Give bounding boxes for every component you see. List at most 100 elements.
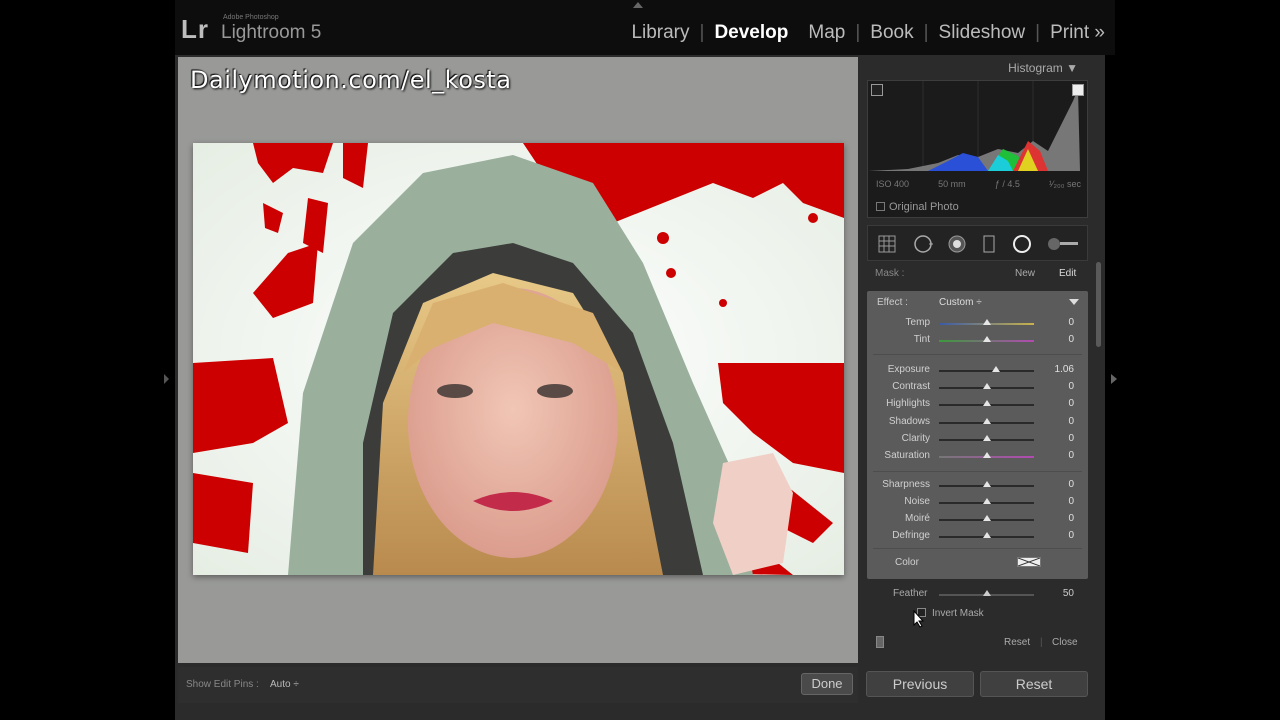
slider-value[interactable]: 0 [1068,450,1074,461]
module-print[interactable]: Print » [1040,22,1115,44]
histogram[interactable]: ISO 400 50 mm ƒ / 4.5 ¹⁄₂₀₀ sec Original… [867,80,1088,218]
slider-highlights[interactable]: Highlights 0 [867,396,1088,413]
slider-noise[interactable]: Noise 0 [867,494,1088,511]
effect-collapse-icon[interactable] [1069,299,1079,305]
module-develop[interactable]: Develop [704,22,798,44]
shadow-clipping-indicator[interactable] [871,84,883,96]
slider-value[interactable]: 0 [1068,416,1074,427]
slider-value[interactable]: 0 [1068,479,1074,490]
group-divider [873,548,1082,549]
slider-thumb[interactable] [992,366,1000,372]
module-slideshow[interactable]: Slideshow [929,22,1036,44]
show-edit-pins-dropdown[interactable]: Auto ÷ [270,679,299,690]
slider-value[interactable]: 0 [1068,433,1074,444]
video-watermark: Dailymotion.com/el_kosta [190,66,512,94]
mask-edit-button[interactable]: Edit [1059,268,1076,279]
graduated-filter-icon[interactable] [978,233,1000,255]
slider-label: Noise [904,496,930,507]
effect-dropdown[interactable]: Custom ÷ [939,297,982,308]
slider-moir[interactable]: Moiré 0 [867,511,1088,528]
collapse-top-panel-arrow-icon[interactable] [633,2,643,8]
adjustments-panel: Effect : Custom ÷ Temp 0 Tint 0 Exposure 1.06… [867,291,1088,579]
vendor-label: Adobe Photoshop [223,14,279,21]
slider-contrast[interactable]: Contrast 0 [867,379,1088,396]
slider-value[interactable]: 0 [1068,530,1074,541]
slider-value[interactable]: 0 [1068,398,1074,409]
module-map[interactable]: Map [798,22,855,44]
slider-value[interactable]: 0 [1068,513,1074,524]
mask-new-button[interactable]: New [1015,268,1035,279]
effect-label: Effect : [877,297,908,308]
slider-label: Saturation [884,450,930,461]
slider-value[interactable]: 0 [1068,381,1074,392]
module-book[interactable]: Book [860,22,923,44]
reset-button[interactable]: Reset [980,671,1088,697]
feather-value[interactable]: 50 [1063,588,1074,599]
slider-thumb[interactable] [982,515,991,521]
feather-label: Feather [893,588,928,599]
no-color-icon [1017,557,1041,567]
slider-thumb[interactable] [982,481,991,487]
slider-label: Sharpness [882,479,930,490]
crop-overlay-icon[interactable] [876,233,898,255]
module-tabs: Library | Develop Map | Book | Slideshow… [621,22,1115,44]
slider-value[interactable]: 0 [1068,317,1074,328]
slider-sharpness[interactable]: Sharpness 0 [867,477,1088,494]
exif-info: ISO 400 50 mm ƒ / 4.5 ¹⁄₂₀₀ sec [876,179,1081,189]
slider-label: Moiré [904,513,930,524]
left-panel-toggle-icon[interactable] [164,374,169,384]
slider-clarity[interactable]: Clarity 0 [867,431,1088,448]
slider-tint[interactable]: Tint 0 [867,332,1088,349]
slider-thumb[interactable] [982,498,991,504]
red-eye-icon[interactable] [946,233,968,255]
adjustment-brush-icon[interactable] [1046,233,1080,255]
slider-thumb[interactable] [982,435,991,441]
feather-thumb[interactable] [983,590,991,596]
slider-label: Highlights [886,398,930,409]
done-button[interactable]: Done [801,673,853,695]
group-divider [873,471,1082,472]
spot-removal-icon[interactable] [912,233,934,255]
switch-icon[interactable] [876,636,884,648]
slider-value[interactable]: 0 [1068,334,1074,345]
slider-thumb[interactable] [982,319,991,325]
histogram-title[interactable]: Histogram ▼ [1008,61,1078,75]
slider-thumb[interactable] [982,400,991,406]
slider-thumb[interactable] [982,418,991,424]
histogram-graph [868,81,1080,171]
photo-with-mask-overlay[interactable] [193,143,844,575]
slider-value[interactable]: 1.06 [1055,364,1074,375]
right-panel-toggle-icon[interactable] [1111,374,1117,384]
slider-thumb[interactable] [982,532,991,538]
show-edit-pins-label: Show Edit Pins : [186,679,259,690]
module-library[interactable]: Library [621,22,699,44]
slider-track[interactable] [939,370,1034,372]
radial-filter-icon[interactable] [1011,233,1033,255]
invert-mask-toggle[interactable]: Invert Mask [917,608,984,619]
lightroom-logo: Lr [181,14,209,44]
color-swatch[interactable] [1017,557,1041,567]
slider-thumb[interactable] [982,336,991,342]
panel-close-button[interactable]: Close [1052,637,1078,648]
original-photo-checkbox[interactable] [876,202,885,211]
slider-thumb[interactable] [982,452,991,458]
histogram-header[interactable]: Histogram ▼ [862,55,1088,81]
aperture-value: ƒ / 4.5 [994,179,1020,189]
slider-thumb[interactable] [982,383,991,389]
slider-saturation[interactable]: Saturation 0 [867,448,1088,465]
slider-shadows[interactable]: Shadows 0 [867,414,1088,431]
slider-label: Clarity [901,433,930,444]
slider-defringe[interactable]: Defringe 0 [867,528,1088,545]
panel-reset-button[interactable]: Reset [1004,637,1030,648]
original-photo-toggle[interactable]: Original Photo [876,201,959,213]
slider-value[interactable]: 0 [1068,496,1074,507]
shutter-speed: ¹⁄₂₀₀ sec [1049,179,1081,189]
previous-button[interactable]: Previous [866,671,974,697]
image-view[interactable]: Dailymotion.com/el_kosta [178,57,858,663]
right-panel-scrollbar[interactable] [1096,262,1101,347]
slider-temp[interactable]: Temp 0 [867,315,1088,332]
highlight-clipping-indicator[interactable] [1072,84,1084,96]
panel-footer: Reset | Close [867,633,1088,653]
slider-exposure[interactable]: Exposure 1.06 [867,362,1088,379]
feather-slider[interactable]: Feather 50 [867,585,1088,605]
